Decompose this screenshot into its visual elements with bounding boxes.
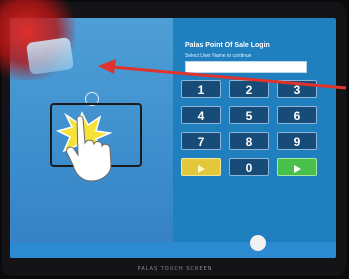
key-7[interactable]: 7	[181, 132, 221, 150]
key-5[interactable]: 5	[229, 106, 269, 124]
key-1[interactable]: 1	[181, 80, 221, 98]
screen-footer-bar	[10, 242, 336, 258]
login-subtitle: Select User Name to continue	[185, 53, 252, 59]
key-6[interactable]: 6	[277, 106, 317, 124]
arrow-left-icon	[197, 164, 205, 173]
key-0[interactable]: 0	[229, 158, 269, 176]
bezel-brand-text: PALAS TOUCH SCREEN	[137, 266, 213, 272]
home-button[interactable]	[250, 235, 266, 251]
key-3[interactable]: 3	[277, 80, 317, 98]
key-9[interactable]: 9	[277, 132, 317, 150]
arrow-right-icon	[293, 164, 301, 173]
username-field[interactable]	[185, 61, 307, 73]
water-bottle-overlay	[25, 37, 75, 75]
back-button[interactable]	[181, 158, 221, 176]
login-pane: Palas Point Of Sale Login Select User Na…	[173, 18, 336, 258]
key-4[interactable]: 4	[181, 106, 221, 124]
key-2[interactable]: 2	[229, 80, 269, 98]
pointing-hand-icon	[66, 115, 112, 182]
enter-button[interactable]	[277, 158, 317, 176]
login-title: Palas Point Of Sale Login	[185, 42, 270, 49]
key-8[interactable]: 8	[229, 132, 269, 150]
